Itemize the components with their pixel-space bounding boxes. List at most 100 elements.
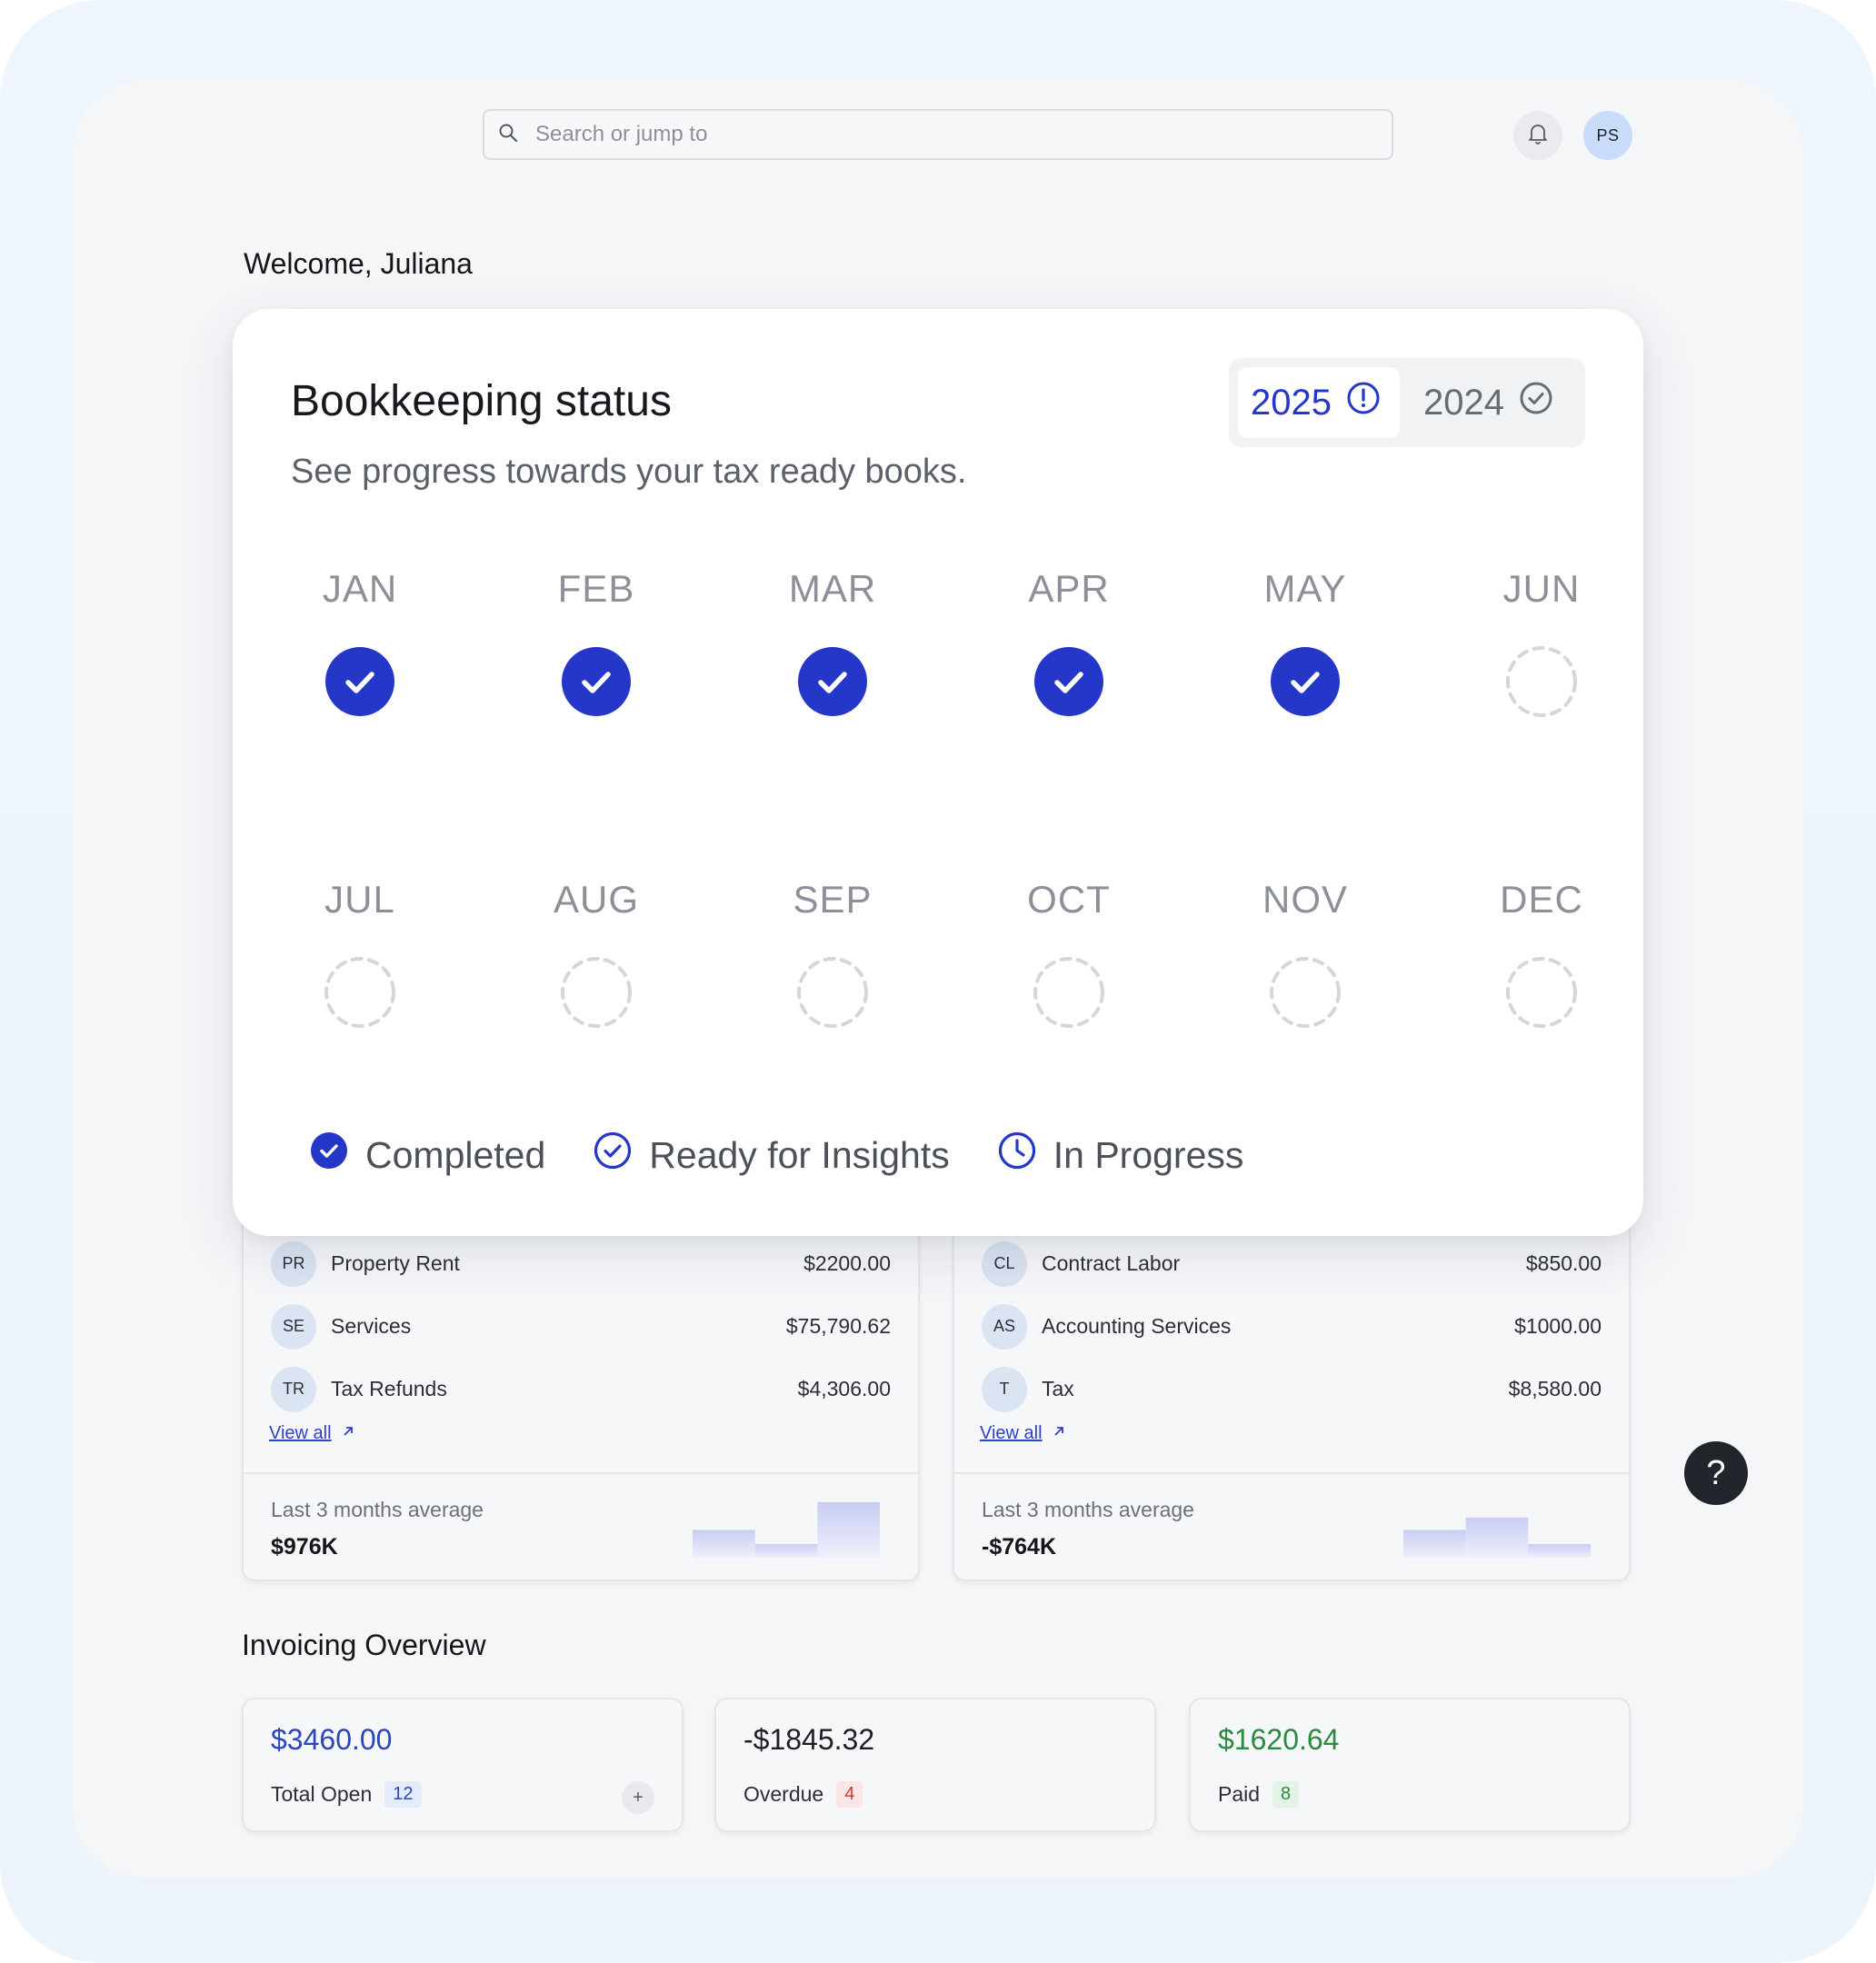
- category-label: Tax: [1042, 1377, 1074, 1400]
- pending-dashed-circle-icon[interactable]: [560, 956, 633, 1029]
- category-amount: $8,580.00: [1508, 1377, 1602, 1400]
- month-label-jan: JAN: [322, 567, 398, 610]
- income-view-all-link[interactable]: View all: [269, 1423, 355, 1444]
- count-badge: 12: [384, 1781, 422, 1808]
- completed-check-icon[interactable]: [796, 645, 869, 718]
- count-badge: 8: [1272, 1781, 1300, 1808]
- pending-dashed-circle-icon[interactable]: [1033, 956, 1105, 1029]
- category-label: Contract Labor: [1042, 1251, 1181, 1275]
- income-sparkline: [693, 1501, 880, 1558]
- pending-dashed-circle-icon[interactable]: [796, 956, 869, 1029]
- count-badge: 4: [836, 1781, 863, 1808]
- category-avatar: PR: [271, 1241, 316, 1287]
- category-label: Accounting Services: [1042, 1314, 1232, 1338]
- legend-ready-for-insights: Ready for Insights: [593, 1131, 950, 1180]
- category-avatar: AS: [982, 1303, 1027, 1350]
- month-label-dec: DEC: [1500, 878, 1583, 921]
- welcome-heading: Welcome, Juliana: [244, 247, 473, 280]
- sparkline-bar: [1528, 1544, 1591, 1558]
- card-subtitle: See progress towards your tax ready book…: [291, 453, 967, 491]
- year-tab-2025[interactable]: 2025: [1238, 367, 1400, 438]
- invoice-label-row: Paid 8: [1218, 1781, 1300, 1808]
- list-item[interactable]: AS Accounting Services $1000.00: [982, 1295, 1602, 1358]
- filled-check-circle-icon: [309, 1131, 349, 1180]
- category-amount: $1000.00: [1514, 1314, 1602, 1338]
- avatar[interactable]: PS: [1583, 111, 1632, 160]
- invoice-label-row: Total Open 12: [271, 1781, 422, 1808]
- status-legend: Completed Ready for Insights In Progress: [309, 1131, 1291, 1180]
- completed-check-icon[interactable]: [1269, 645, 1342, 718]
- invoice-summary-card[interactable]: $1620.64 Paid 8: [1189, 1698, 1631, 1832]
- month-label-oct: OCT: [1027, 878, 1111, 921]
- month-label-nov: NOV: [1262, 878, 1348, 921]
- sparkline-bar: [1465, 1517, 1529, 1558]
- year-tab-2024[interactable]: 2024: [1400, 367, 1566, 438]
- avg-label: Last 3 months average: [271, 1498, 484, 1521]
- card-title: Bookkeeping status: [291, 377, 672, 425]
- list-item[interactable]: CL Contract Labor $850.00: [982, 1232, 1602, 1295]
- expense-view-all-link[interactable]: View all: [980, 1423, 1066, 1444]
- alert-circle-icon: [1346, 381, 1381, 424]
- month-label-jun: JUN: [1502, 567, 1581, 610]
- category-avatar: CL: [982, 1241, 1027, 1287]
- invoice-label-row: Overdue 4: [743, 1781, 863, 1808]
- income-rows: PR Property Rent $2200.00 SE Services $75,790…: [271, 1232, 891, 1420]
- plus-icon: +: [633, 1787, 644, 1808]
- category-avatar: SE: [271, 1303, 316, 1350]
- pending-dashed-circle-icon[interactable]: [1269, 956, 1342, 1029]
- avg-value: -$764K: [982, 1534, 1056, 1559]
- arrow-up-right-icon: [341, 1423, 355, 1444]
- month-label-may: MAY: [1263, 567, 1347, 610]
- list-item[interactable]: T Tax $8,580.00: [982, 1358, 1602, 1420]
- category-label: Property Rent: [331, 1251, 460, 1275]
- window-frame: PS Welcome, Juliana PR Property Rent $2200…: [0, 0, 1876, 1963]
- legend-label: In Progress: [1053, 1133, 1244, 1176]
- year-label: 2025: [1251, 382, 1332, 423]
- search-bar[interactable]: [483, 109, 1393, 160]
- pending-dashed-circle-icon[interactable]: [1505, 645, 1578, 718]
- notifications-button[interactable]: [1513, 111, 1562, 160]
- bell-icon: [1527, 122, 1549, 150]
- category-amount: $4,306.00: [797, 1377, 891, 1400]
- check-circle-icon: [1519, 381, 1553, 424]
- sparkline-bar: [693, 1530, 755, 1558]
- sparkline-bar: [817, 1501, 880, 1558]
- completed-check-icon[interactable]: [560, 645, 633, 718]
- invoice-summary-card[interactable]: $3460.00 Total Open 12 +: [242, 1698, 684, 1832]
- legend-label: Ready for Insights: [649, 1133, 950, 1176]
- category-amount: $850.00: [1525, 1251, 1602, 1275]
- completed-check-icon[interactable]: [1033, 645, 1105, 718]
- legend-in-progress: In Progress: [997, 1131, 1244, 1180]
- invoice-label: Total Open: [271, 1782, 373, 1806]
- list-item[interactable]: PR Property Rent $2200.00: [271, 1232, 891, 1295]
- search-input[interactable]: [535, 122, 1353, 147]
- expense-rows: CL Contract Labor $850.00 AS Accounting Serv…: [982, 1232, 1602, 1420]
- outline-check-circle-icon: [593, 1131, 633, 1180]
- month-label-jul: JUL: [324, 878, 395, 921]
- completed-check-icon[interactable]: [324, 645, 396, 718]
- divider: [954, 1472, 1629, 1474]
- invoice-amount: $1620.64: [1218, 1723, 1340, 1756]
- category-label: Tax Refunds: [331, 1377, 447, 1400]
- pending-dashed-circle-icon[interactable]: [1505, 956, 1578, 1029]
- invoice-summary-card[interactable]: -$1845.32 Overdue 4: [714, 1698, 1156, 1832]
- search-icon: [497, 122, 519, 148]
- invoice-label: Paid: [1218, 1782, 1261, 1806]
- list-item[interactable]: TR Tax Refunds $4,306.00: [271, 1358, 891, 1420]
- divider: [244, 1472, 918, 1474]
- avg-value: $976K: [271, 1534, 338, 1559]
- clock-icon: [997, 1131, 1037, 1180]
- help-button[interactable]: ?: [1684, 1441, 1748, 1505]
- view-all-label: View all: [269, 1423, 332, 1443]
- year-label: 2024: [1423, 382, 1504, 423]
- category-avatar: TR: [271, 1366, 316, 1412]
- view-all-label: View all: [980, 1423, 1043, 1443]
- expense-sparkline: [1403, 1517, 1591, 1558]
- list-item[interactable]: SE Services $75,790.62: [271, 1295, 891, 1358]
- sparkline-bar: [754, 1544, 818, 1558]
- pending-dashed-circle-icon[interactable]: [324, 956, 396, 1029]
- month-label-feb: FEB: [557, 567, 635, 610]
- month-label-sep: SEP: [793, 878, 873, 921]
- month-label-aug: AUG: [553, 878, 639, 921]
- add-invoice-button[interactable]: +: [622, 1781, 654, 1814]
